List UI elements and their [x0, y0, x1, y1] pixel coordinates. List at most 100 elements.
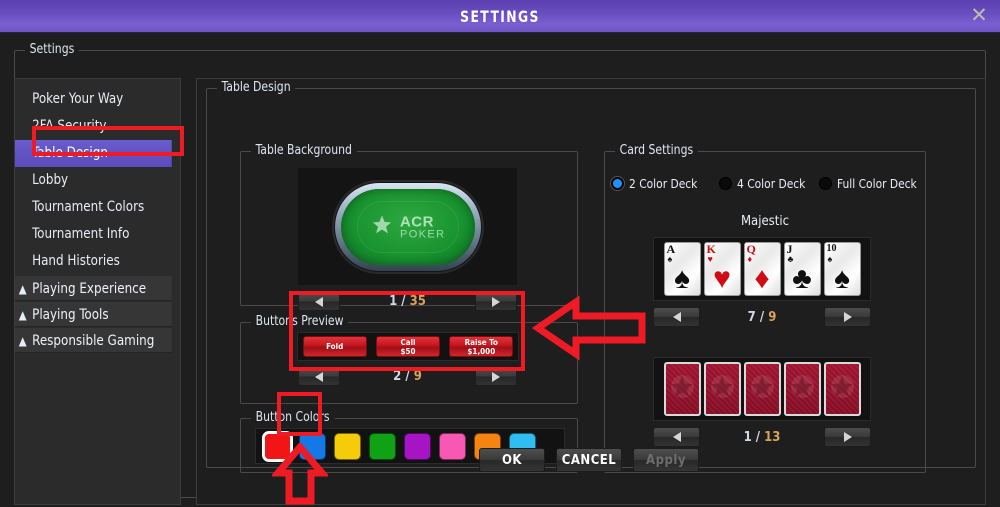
preview-button-raise-to[interactable]: Raise To $1,000 — [449, 336, 514, 357]
color-swatch-pink[interactable] — [439, 432, 466, 460]
color-swatch-yellow[interactable] — [334, 432, 361, 460]
preview-button-line2: $1,000 — [467, 346, 496, 356]
radio-label: Full Color Deck — [837, 176, 917, 191]
preview-button-line2: $50 — [400, 346, 416, 356]
card-backs-pager: 1 / 13 — [653, 427, 871, 447]
close-icon[interactable]: ✕ — [968, 5, 990, 28]
table-background-counter: 1 / 35 — [340, 294, 475, 309]
card-suit-small: ♠ — [827, 254, 833, 264]
radio-selected-icon — [611, 177, 624, 190]
sidebar-item-2fa-security[interactable]: 2FA Security — [15, 113, 172, 140]
sidebar-item-tournament-info[interactable]: Tournament Info — [15, 221, 172, 248]
sidebar-item-label: Table Design — [32, 145, 108, 161]
card-faces-prev-button[interactable] — [653, 307, 700, 327]
sidebar-item-label: Tournament Info — [32, 226, 130, 242]
chevron-up-icon: ▲ — [18, 282, 27, 296]
buttons-preview-next-button[interactable] — [475, 367, 517, 386]
sidebar-item-hand-histories[interactable]: Hand Histories — [15, 248, 172, 275]
table-background-preview[interactable]: ACR POKER — [298, 168, 517, 285]
deck-name-label: Majestic — [740, 214, 790, 229]
card-faces-pager: 7 / 9 — [653, 307, 871, 327]
counter-current: 2 — [393, 369, 402, 384]
counter-separator: / — [755, 429, 761, 445]
buttons-preview-prev-button[interactable] — [298, 367, 340, 386]
star-icon — [709, 374, 735, 405]
card-back — [663, 362, 701, 416]
counter-current: 1 — [743, 429, 752, 445]
card-faces-counter: 7 / 9 — [700, 310, 824, 325]
table-background-next-button[interactable] — [475, 292, 517, 311]
arrow-left-icon — [315, 296, 323, 307]
cancel-button[interactable]: CANCEL — [556, 448, 622, 472]
table-design-group-label: Table Design — [217, 80, 296, 95]
star-icon — [371, 214, 393, 241]
counter-separator: / — [401, 294, 406, 309]
arrow-left-icon — [315, 371, 323, 382]
card-backs-prev-button[interactable] — [653, 427, 700, 447]
card-back — [783, 362, 821, 416]
ok-button[interactable]: OK — [479, 448, 545, 472]
card-suit-large: ♣ — [792, 262, 812, 295]
sidebar-group-responsible-gaming[interactable]: ▲ Responsible Gaming — [15, 327, 172, 353]
table-rail: ACR POKER — [335, 183, 481, 271]
counter-separator: / — [759, 309, 765, 325]
sidebar: Poker Your Way 2FA Security Table Design… — [14, 78, 181, 505]
card-backs-next-button[interactable] — [824, 427, 871, 447]
sidebar-item-tournament-colors[interactable]: Tournament Colors — [15, 194, 172, 221]
settings-window: Settings Poker Your Way 2FA Security Tab… — [0, 33, 1000, 507]
sidebar-item-label: Lobby — [32, 172, 69, 188]
card-face: 10 ♠ ♠ — [823, 242, 861, 296]
sidebar-item-poker-your-way[interactable]: Poker Your Way — [15, 86, 172, 113]
button-colors-label: Button Colors — [251, 410, 335, 425]
sidebar-item-lobby[interactable]: Lobby — [15, 167, 172, 194]
card-faces-preview[interactable]: A ♠ ♠ K ♥ ♥ Q ♦ ♦ J ♣ ♣ 10 ♠ ♠ — [653, 237, 871, 301]
arrow-right-icon — [843, 312, 852, 322]
radio-4-color-deck[interactable]: 4 Color Deck — [719, 176, 819, 191]
buttons-preview-pager: 2 / 9 — [298, 367, 517, 386]
counter-total: 13 — [764, 429, 781, 445]
sidebar-item-table-design[interactable]: Table Design — [15, 140, 172, 167]
card-suit-large: ♠ — [674, 262, 690, 295]
buttons-preview-label: Buttons Preview — [251, 314, 349, 329]
card-suit-small: ♦ — [747, 254, 753, 264]
color-swatch-purple[interactable] — [404, 432, 431, 460]
acr-logo-line1: ACR — [399, 213, 434, 230]
settings-frame-label: Settings — [25, 42, 79, 57]
preview-button-line1: Fold — [326, 342, 344, 351]
arrow-right-icon — [843, 432, 852, 442]
counter-total: 35 — [409, 294, 426, 309]
card-face: K ♥ ♥ — [703, 242, 741, 296]
card-settings-group: Card Settings 2 Color Deck 4 Color Deck … — [604, 143, 926, 473]
sidebar-group-playing-experience[interactable]: ▲ Playing Experience — [15, 275, 172, 301]
sidebar-group-label: Responsible Gaming — [32, 333, 155, 349]
table-background-group: Table Background ACR POKER 1 / 35 — [240, 143, 578, 311]
card-suit-small: ♠ — [667, 254, 673, 264]
card-faces-next-button[interactable] — [824, 307, 871, 327]
sidebar-item-label: Hand Histories — [32, 253, 120, 269]
buttons-preview-strip: Fold Call $50 Raise To $1,000 — [297, 332, 519, 361]
card-back — [823, 362, 861, 416]
color-swatch-green[interactable] — [369, 432, 396, 460]
preview-button-call[interactable]: Call $50 — [375, 336, 440, 357]
arrow-left-icon — [672, 312, 681, 322]
radio-2-color-deck[interactable]: 2 Color Deck — [611, 176, 719, 191]
radio-label: 2 Color Deck — [629, 176, 698, 191]
card-backs-preview[interactable] — [653, 357, 871, 421]
preview-button-line1: Raise To — [464, 337, 498, 347]
table-felt: ACR POKER — [341, 189, 475, 265]
color-swatch-blue[interactable] — [299, 432, 326, 460]
counter-current: 7 — [747, 309, 756, 325]
deck-color-options: 2 Color Deck 4 Color Deck Full Color Dec… — [611, 176, 921, 191]
sidebar-group-playing-tools[interactable]: ▲ Playing Tools — [15, 301, 172, 327]
radio-unselected-icon — [819, 177, 832, 190]
color-swatch-red[interactable] — [262, 430, 293, 462]
apply-button: Apply — [633, 448, 699, 472]
card-face: J ♣ ♣ — [783, 242, 821, 296]
card-backs-counter: 1 / 13 — [700, 430, 824, 445]
table-background-prev-button[interactable] — [298, 292, 340, 311]
table-background-pager: 1 / 35 — [298, 292, 517, 311]
card-suit-large: ♥ — [713, 262, 731, 295]
preview-button-fold[interactable]: Fold — [302, 336, 367, 357]
radio-full-color-deck[interactable]: Full Color Deck — [819, 176, 921, 191]
acr-wordmark: ACR POKER — [400, 214, 446, 240]
